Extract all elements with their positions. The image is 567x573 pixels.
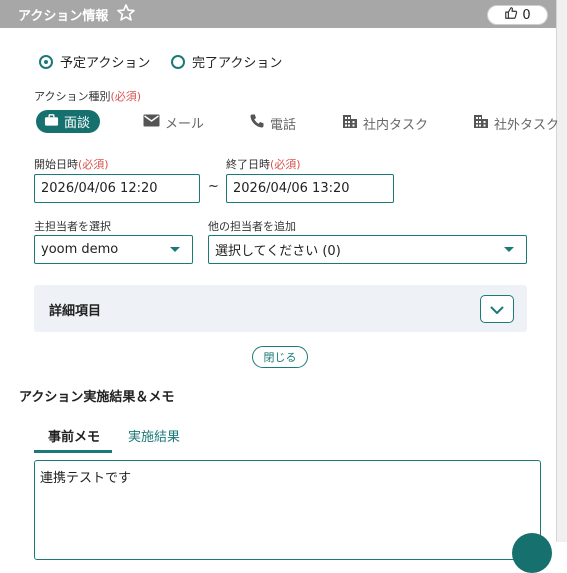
owner-select-value: yoom demo: [41, 242, 119, 257]
other-assignees-label: 他の担当者を追加: [208, 220, 296, 233]
type-external-task-chip[interactable]: 社外タスク: [473, 113, 559, 133]
details-accordion[interactable]: [34, 285, 527, 332]
tab-pre-memo[interactable]: 事前メモ: [48, 426, 100, 445]
page-title: アクション情報: [18, 9, 109, 24]
active-tab-indicator: [34, 450, 112, 453]
close-button[interactable]: 閉じる: [252, 346, 308, 368]
radio-completed-action[interactable]: 完了アクション: [171, 52, 282, 71]
chevron-down-icon: [490, 300, 504, 319]
phone-icon: [249, 113, 265, 133]
required-mark: (必須): [78, 158, 109, 171]
scrollbar-edge: [556, 0, 557, 542]
type-phone-chip[interactable]: 電話: [249, 113, 296, 133]
other-assignees-value: 選択してください (0): [215, 244, 341, 259]
result-section-title: アクション実施結果＆メモ: [19, 390, 175, 405]
type-meeting-chip[interactable]: 面談: [36, 110, 101, 133]
chip-label: メール: [165, 117, 205, 132]
other-assignees-select[interactable]: 選択してください (0): [208, 235, 527, 264]
scrollbar[interactable]: [556, 0, 567, 542]
like-count: 0: [522, 7, 531, 23]
mail-icon: [143, 114, 160, 131]
end-datetime-value: 2026/04/06 13:20: [233, 181, 350, 196]
caret-down-icon: [504, 247, 514, 252]
type-internal-task-chip[interactable]: 社内タスク: [342, 113, 428, 133]
briefcase-icon: [44, 113, 59, 131]
end-datetime-input[interactable]: 2026/04/06 13:20: [226, 174, 394, 203]
details-title: 詳細項目: [49, 304, 102, 319]
required-mark: (必須): [270, 158, 301, 171]
chip-label: 社内タスク: [363, 117, 429, 133]
floating-action-button[interactable]: [512, 533, 552, 573]
action-type-label: アクション種別(必須): [34, 90, 142, 103]
chip-label: 電話: [270, 117, 297, 133]
radio-planned-action[interactable]: 予定アクション: [39, 52, 150, 71]
building-icon: [342, 113, 358, 133]
radio-checked-indicator: [39, 54, 53, 69]
caret-down-icon: [170, 247, 180, 252]
radio-label: 完了アクション: [192, 56, 283, 71]
memo-text: 連携テストです: [40, 471, 132, 486]
end-datetime-label: 終了日時(必須): [226, 158, 301, 171]
owner-select[interactable]: yoom demo: [34, 235, 193, 264]
like-button[interactable]: 0: [487, 5, 548, 25]
thumbs-up-icon: [504, 6, 518, 24]
tab-result[interactable]: 実施結果: [128, 426, 180, 445]
type-mail-chip[interactable]: メール: [143, 113, 204, 132]
star-icon[interactable]: [116, 3, 136, 23]
range-separator: ~: [208, 179, 219, 194]
start-datetime-input[interactable]: 2026/04/06 12:20: [34, 174, 200, 203]
owner-label: 主担当者を選択: [34, 220, 111, 233]
chip-label: 社外タスク: [494, 117, 560, 133]
radio-indicator: [171, 54, 185, 69]
building-icon: [473, 113, 489, 133]
expand-details-button[interactable]: [480, 295, 514, 323]
required-mark: (必須): [110, 90, 142, 103]
chip-label: 面談: [64, 116, 91, 131]
start-datetime-value: 2026/04/06 12:20: [41, 181, 158, 196]
radio-label: 予定アクション: [60, 56, 151, 71]
start-datetime-label: 開始日時(必須): [34, 158, 109, 171]
